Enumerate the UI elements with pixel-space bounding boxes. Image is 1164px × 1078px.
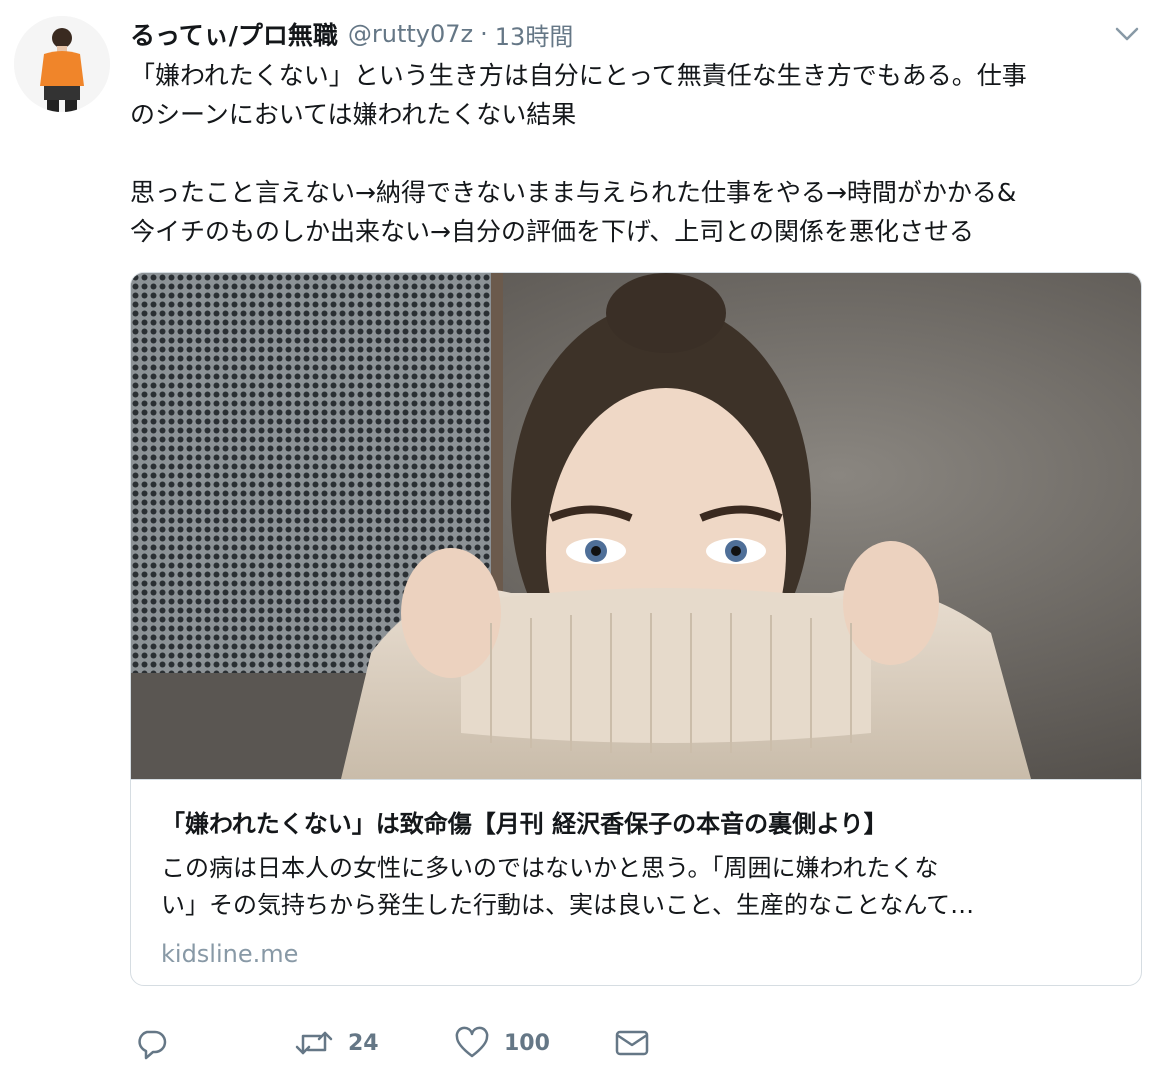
like-button[interactable]: 100: [454, 1018, 550, 1068]
reply-button[interactable]: [134, 1018, 168, 1068]
display-name[interactable]: るってぃ/プロ無職: [130, 16, 338, 52]
envelope-icon: [615, 1030, 649, 1056]
retweet-button[interactable]: 24: [294, 1018, 379, 1068]
card-text: 「嫌われたくない」は致命傷【月刊 経沢香保子の本音の裏側より】 この病は日本人の…: [131, 779, 1141, 985]
card-description-line: この病は日本人の女性に多いのではないかと思う。「周囲に嫌われたくな: [161, 854, 939, 882]
tweet-text-line: 今イチのものしか出来ない→自分の評価を下げ、上司との関係を悪化させる: [130, 217, 974, 246]
link-card[interactable]: 「嫌われたくない」は致命傷【月刊 経沢香保子の本音の裏側より】 この病は日本人の…: [130, 272, 1142, 986]
card-domain: kidsline.me: [161, 940, 299, 968]
tweet-text-line: 「嫌われたくない」という生き方は自分にとって無責任な生き方でもある。仕事: [130, 61, 1027, 90]
avatar[interactable]: [14, 16, 110, 112]
reply-icon: [138, 1030, 167, 1060]
user-handle[interactable]: @rutty07z: [348, 20, 473, 48]
card-title: 「嫌われたくない」は致命傷【月刊 経沢香保子の本音の裏側より】: [161, 810, 888, 838]
more-options-chevron-icon[interactable]: [1112, 22, 1142, 46]
separator-dot: ·: [480, 20, 488, 48]
like-count: 100: [504, 1030, 550, 1056]
direct-message-button[interactable]: [614, 1018, 650, 1068]
avatar-image: [14, 16, 110, 112]
card-description: この病は日本人の女性に多いのではないかと思う。「周囲に嫌われたくな い」その気持…: [161, 850, 1121, 924]
tweet-text-line: 思ったこと言えない→納得できないまま与えられた仕事をやる→時間がかかる&: [130, 178, 1017, 207]
retweet-count: 24: [348, 1030, 379, 1056]
tweet-text-line: [130, 134, 1150, 173]
tweet-actions: 24 100: [134, 1018, 674, 1068]
card-image: [131, 273, 1141, 779]
retweet-icon: [295, 1031, 333, 1055]
tweet-header: るってぃ/プロ無職 @rutty07z · 13時間: [130, 14, 573, 54]
tweet-text-line: のシーンにおいては嫌われたくない結果: [130, 100, 577, 129]
tweet-text: 「嫌われたくない」という生き方は自分にとって無責任な生き方でもある。仕事 のシー…: [130, 56, 1150, 251]
heart-icon: [455, 1026, 489, 1058]
timestamp[interactable]: 13時間: [495, 17, 574, 52]
card-description-line: い」その気持ちから発生した行動は、実は良いこと、生産的なことなんて…: [161, 891, 975, 919]
